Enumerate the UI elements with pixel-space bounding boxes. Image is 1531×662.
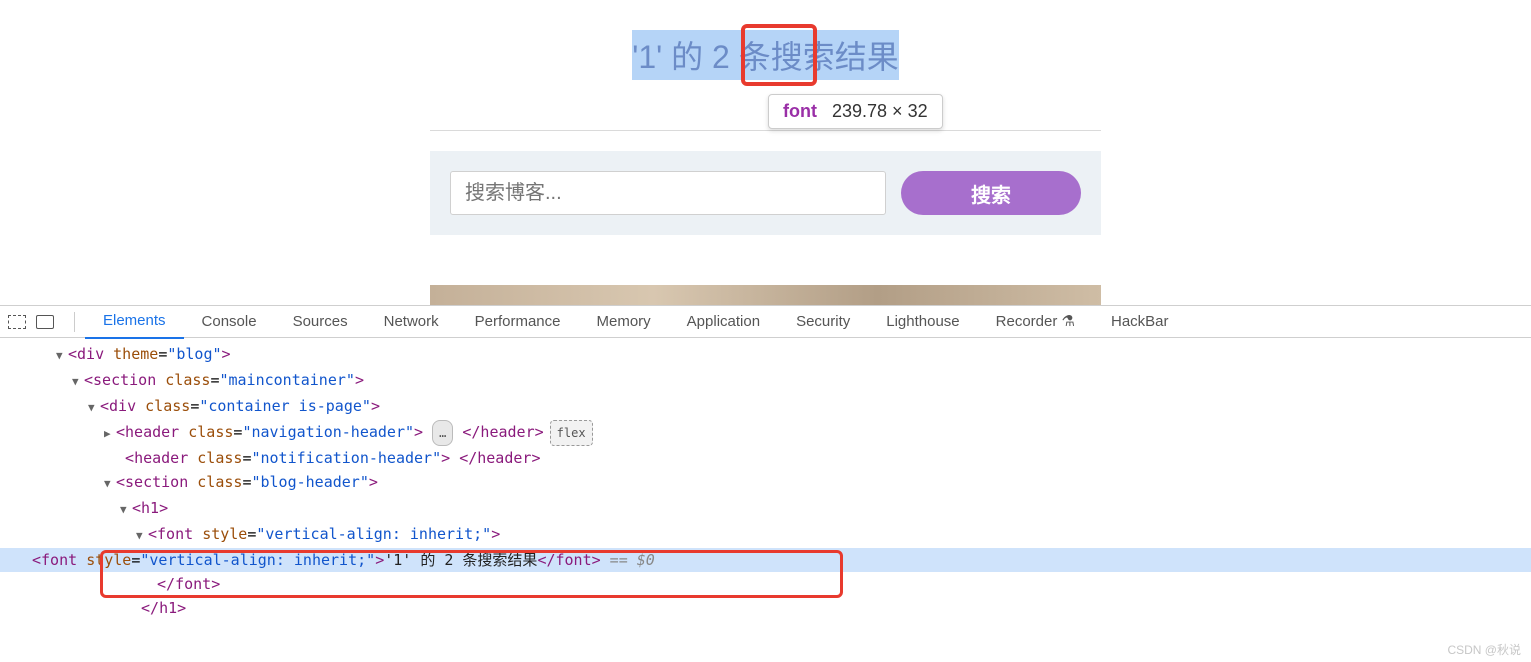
tooltip-tagname: font	[783, 101, 817, 121]
dom-node[interactable]: <section class="maincontainer">	[40, 368, 1531, 394]
tab-security[interactable]: Security	[778, 306, 868, 338]
inspect-tooltip: font 239.78 × 32	[768, 94, 943, 129]
tab-memory[interactable]: Memory	[579, 306, 669, 338]
device-toggle-icon[interactable]	[36, 315, 54, 329]
flex-badge[interactable]: flex	[550, 420, 593, 446]
dom-node[interactable]: <font style="vertical-align: inherit;">	[40, 522, 1531, 548]
expand-icon[interactable]	[72, 370, 84, 394]
flask-icon: ⚗	[1062, 313, 1075, 330]
dom-node[interactable]: <div class="container is-page">	[40, 394, 1531, 420]
dom-node[interactable]: <header class="notification-header"> </h…	[40, 446, 1531, 470]
search-input[interactable]	[450, 171, 886, 215]
expand-icon[interactable]	[104, 422, 116, 446]
tab-recorder[interactable]: Recorder ⚗	[978, 306, 1093, 338]
dom-node[interactable]: <h1>	[40, 496, 1531, 522]
tab-hackbar[interactable]: HackBar	[1093, 306, 1187, 338]
expand-icon[interactable]	[136, 524, 148, 548]
tab-lighthouse[interactable]: Lighthouse	[868, 306, 977, 338]
inspect-icon[interactable]	[8, 315, 26, 329]
expand-icon[interactable]	[104, 472, 116, 496]
search-button[interactable]: 搜索	[901, 171, 1081, 215]
dom-node[interactable]: <section class="blog-header">	[40, 470, 1531, 496]
divider	[430, 130, 1101, 131]
annotation-box-code	[100, 550, 843, 598]
dom-node[interactable]: <div theme="blog">	[40, 342, 1531, 368]
tab-network[interactable]: Network	[366, 306, 457, 338]
search-area: 搜索	[430, 151, 1101, 235]
tab-performance[interactable]: Performance	[457, 306, 579, 338]
tab-console[interactable]: Console	[184, 306, 275, 338]
image-banner	[430, 285, 1101, 305]
dom-node[interactable]: <header class="navigation-header"> … </h…	[40, 420, 1531, 446]
tooltip-dimensions: 239.78 × 32	[832, 101, 928, 121]
tab-elements[interactable]: Elements	[85, 305, 184, 339]
elements-dom-tree[interactable]: ••• <div theme="blog"> <section class="m…	[0, 338, 1531, 640]
page-content: '1' 的 2 条搜索结果 font 239.78 × 32 搜索	[0, 0, 1531, 305]
separator	[74, 312, 75, 332]
annotation-box-heading	[741, 24, 817, 86]
devtools-panel: Elements Console Sources Network Perform…	[0, 305, 1531, 640]
devtools-tabbar: Elements Console Sources Network Perform…	[0, 306, 1531, 338]
ellipsis-badge[interactable]: …	[432, 420, 453, 446]
dom-node[interactable]: </h1>	[40, 596, 1531, 620]
tab-application[interactable]: Application	[669, 306, 778, 338]
tab-sources[interactable]: Sources	[275, 306, 366, 338]
expand-icon[interactable]	[120, 498, 132, 522]
expand-icon[interactable]	[88, 396, 100, 420]
watermark: CSDN @秋说	[1447, 641, 1521, 658]
expand-icon[interactable]	[56, 344, 68, 368]
